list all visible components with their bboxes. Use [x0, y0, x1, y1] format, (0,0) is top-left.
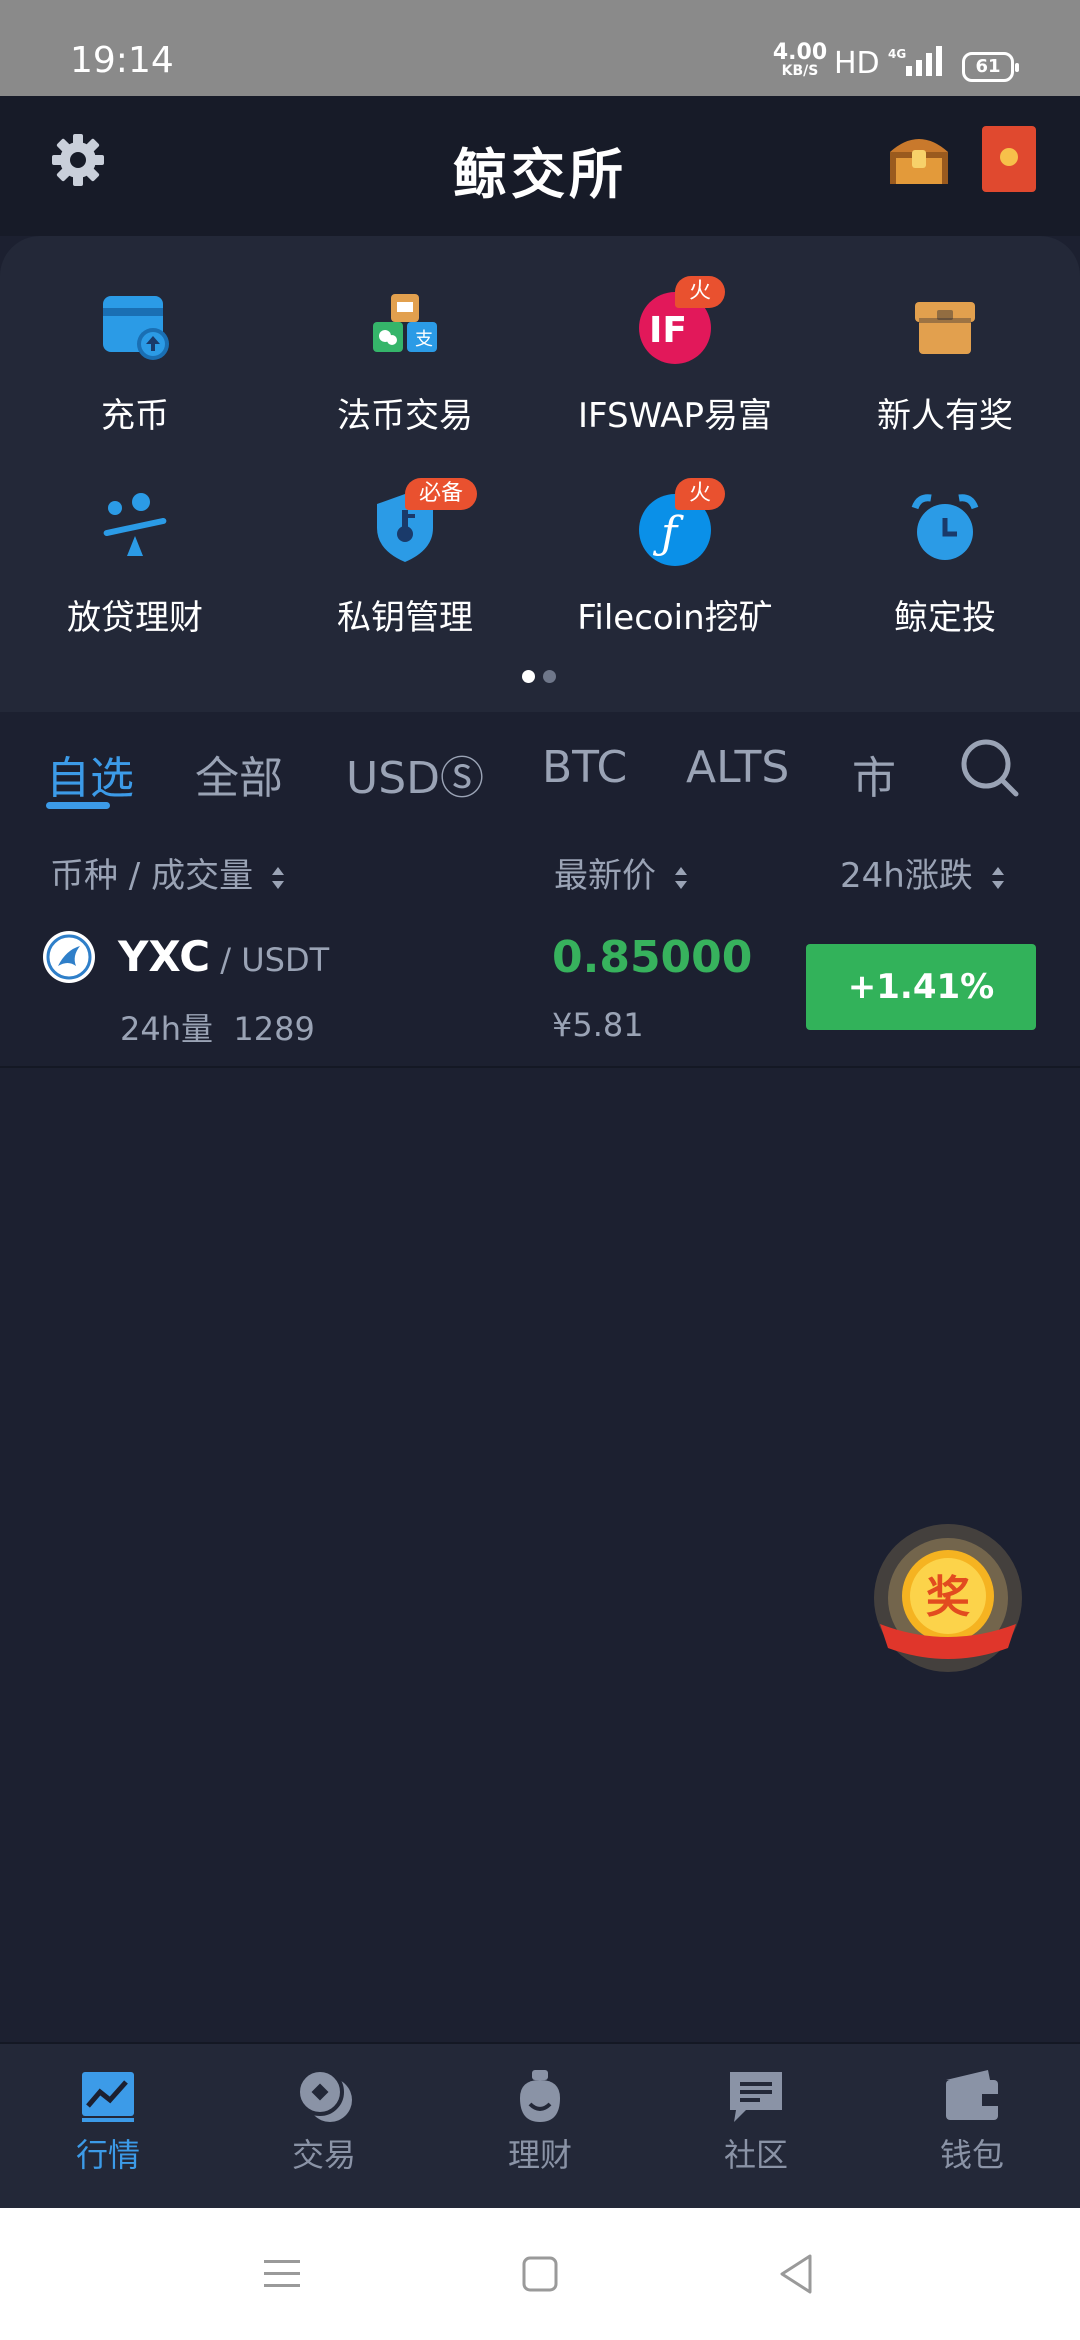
- fiat-price: ¥5.81: [552, 1006, 644, 1044]
- market-tabs: [0, 712, 1080, 822]
- deposit-card-icon: [97, 288, 173, 364]
- signal-icon: 4G: [886, 44, 946, 84]
- nav-label: 行情: [75, 2136, 140, 2174]
- quick-item-label: 鲸定投: [894, 598, 996, 638]
- yxc-coin-icon: [42, 930, 96, 984]
- nav-community[interactable]: 社区: [648, 2068, 864, 2176]
- quick-item-label: Filecoin挖矿: [577, 598, 773, 638]
- hot-badge: 火: [675, 478, 726, 510]
- network-speed-unit: KB/S: [781, 63, 819, 79]
- quick-item-label: 私钥管理: [337, 598, 473, 638]
- gift-box-icon: [907, 288, 983, 364]
- money-bag-icon: [520, 2070, 560, 2122]
- volume-value: 1289: [233, 1010, 315, 1048]
- quick-item-label: 法币交易: [337, 396, 473, 436]
- nav-label: 钱包: [939, 2136, 1004, 2174]
- award-float-button[interactable]: 奖: [870, 1520, 1026, 1700]
- quick-item-label: 充币: [101, 396, 169, 436]
- sort-by-coin[interactable]: 币种 / 成交量: [50, 848, 285, 897]
- hot-badge: 火: [675, 276, 726, 308]
- envelope-coin: [1000, 148, 1018, 166]
- tab-favorites[interactable]: 自选: [46, 742, 134, 806]
- quick-item-label: 新人有奖: [877, 396, 1013, 436]
- quick-item-label: 放贷理财: [67, 598, 203, 638]
- nav-trade[interactable]: 交易: [216, 2068, 432, 2176]
- last-price: 0.85000: [552, 932, 753, 983]
- battery-icon: 61: [962, 52, 1019, 82]
- menu-icon[interactable]: [262, 2254, 302, 2298]
- hd-indicator: HD: [834, 46, 880, 81]
- sort-icon: [675, 866, 687, 889]
- svg-text:支: 支: [415, 329, 433, 350]
- column-label: 24h涨跌: [840, 856, 973, 896]
- chat-icon: [730, 2072, 782, 2122]
- network-speed: 4.00 KB/S: [770, 40, 830, 79]
- tab-usds[interactable]: USDⓈ: [346, 742, 484, 806]
- quote-pair: / USDT: [210, 941, 330, 979]
- page-dot-active: [522, 670, 535, 683]
- alarm-clock-icon: [907, 490, 983, 566]
- nav-market[interactable]: 行情: [0, 2068, 216, 2176]
- nav-label: 交易: [291, 2136, 356, 2174]
- network-type: 4G: [888, 47, 906, 61]
- quick-item-label: IFSWAP易富: [577, 396, 773, 436]
- chart-icon: [82, 2072, 134, 2122]
- wallet-icon: [946, 2070, 998, 2120]
- fiat-exchange-icon: 支: [367, 288, 443, 364]
- nav-finance[interactable]: 理财: [432, 2068, 648, 2176]
- required-badge: 必备: [405, 478, 478, 510]
- nav-label: 社区: [723, 2136, 788, 2174]
- column-label: 最新价: [554, 856, 656, 896]
- award-label: 奖: [926, 1572, 970, 1623]
- volume-label: 24h量: [120, 1010, 214, 1048]
- search-icon[interactable]: [958, 736, 1022, 800]
- page-indicator: [518, 668, 560, 687]
- treasure-chest-icon[interactable]: [884, 122, 954, 192]
- home-icon[interactable]: [520, 2254, 560, 2298]
- tab-market[interactable]: 市: [852, 742, 896, 806]
- coin-symbol: YXC / USDT: [118, 932, 329, 981]
- nav-label: 理财: [507, 2136, 572, 2174]
- change-badge[interactable]: +1.41%: [806, 944, 1036, 1030]
- column-label: 币种 / 成交量: [50, 856, 254, 896]
- tab-btc[interactable]: BTC: [542, 742, 627, 793]
- lending-icon: [97, 490, 173, 566]
- red-envelope-icon[interactable]: [982, 126, 1036, 192]
- gear-icon[interactable]: [48, 130, 108, 190]
- page-dot: [543, 670, 556, 683]
- active-tab-indicator: [46, 802, 110, 809]
- nav-wallet[interactable]: 钱包: [864, 2068, 1080, 2176]
- trade-coin-icon: [296, 2068, 352, 2122]
- tab-all[interactable]: 全部: [195, 742, 283, 806]
- volume: 24h量 1289: [120, 1004, 315, 1050]
- coin-symbol-text: YXC: [118, 932, 211, 981]
- tab-alts[interactable]: ALTS: [686, 742, 789, 793]
- network-speed-value: 4.00: [772, 40, 828, 65]
- sort-by-change[interactable]: 24h涨跌: [840, 848, 1005, 897]
- sort-icon: [991, 866, 1004, 889]
- sort-icon: [272, 866, 285, 889]
- svg-text:IF: IF: [649, 310, 687, 351]
- sort-by-price[interactable]: 最新价: [554, 848, 688, 897]
- status-time: 19:14: [70, 40, 174, 81]
- back-icon[interactable]: [776, 2252, 816, 2300]
